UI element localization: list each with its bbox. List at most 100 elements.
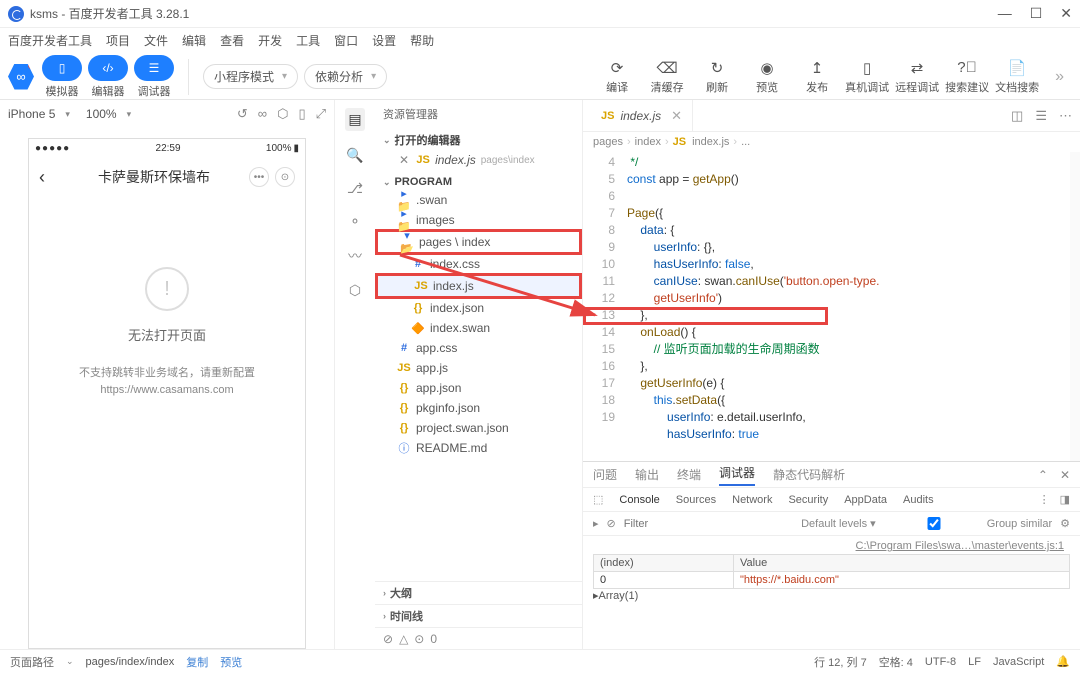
sim-tool-icon[interactable]: ⬡ <box>277 106 288 122</box>
breadcrumb[interactable]: pages › index › JSindex.js › ... <box>583 132 1080 152</box>
debug-close-icon[interactable]: ✕ <box>1060 468 1070 482</box>
menu-item[interactable]: 编辑 <box>182 32 206 49</box>
pill-button[interactable]: ‹/› <box>88 55 128 81</box>
devtools-tab[interactable]: Sources <box>676 494 716 506</box>
console-source-link[interactable]: C:\Program Files\swa…\master\events.js:1 <box>593 540 1070 552</box>
app-icon[interactable]: ∞1 <box>8 64 34 90</box>
activity-icon[interactable]: ⬡ <box>349 282 361 299</box>
encoding-info[interactable]: UTF-8 <box>925 656 956 668</box>
tree-item[interactable]: JSapp.js <box>375 358 582 378</box>
minimap[interactable] <box>1070 152 1080 461</box>
devtools-dock-icon[interactable]: ◨ <box>1060 493 1070 506</box>
tree-item[interactable]: ▸ 📁images <box>375 210 582 230</box>
tree-item[interactable]: #index.css <box>375 254 582 274</box>
tree-item[interactable]: ⓘREADME.md <box>375 438 582 458</box>
mode-dropdown[interactable]: 小程序模式▾ <box>203 64 298 89</box>
console-toggle-icon[interactable]: ▸ <box>593 517 599 530</box>
dependency-dropdown[interactable]: 依赖分析▾ <box>304 64 387 89</box>
console-level-select[interactable]: Default levels ▾ <box>801 517 876 530</box>
copy-link[interactable]: 复制 <box>186 654 208 670</box>
console-settings-icon[interactable]: ⚙ <box>1060 517 1070 530</box>
tree-item[interactable]: {}app.json <box>375 378 582 398</box>
tree-item[interactable]: 🔶index.swan <box>375 318 582 338</box>
tree-item[interactable]: {}index.json <box>375 298 582 318</box>
console-clear-icon[interactable]: ⊘ <box>607 517 616 530</box>
indent-info[interactable]: 空格: 4 <box>879 654 913 670</box>
open-editor-item[interactable]: ✕ JS index.js pages\index <box>375 150 582 170</box>
console-array-toggle[interactable]: ▸Array(1) <box>593 589 1070 602</box>
pill-button[interactable]: ☰ <box>134 55 174 81</box>
notifications-icon[interactable]: 🔔 <box>1056 655 1070 668</box>
activity-icon[interactable]: ▤ <box>345 108 364 131</box>
maximize-button[interactable]: ☐ <box>1030 5 1043 22</box>
activity-icon[interactable]: ⚬ <box>349 213 361 230</box>
devtools-tab[interactable]: Security <box>788 494 828 506</box>
explorer-footer-icon[interactable]: △ <box>399 632 408 646</box>
menu-item[interactable]: 帮助 <box>410 32 434 49</box>
open-editors-header[interactable]: ⌄打开的编辑器 <box>375 130 582 150</box>
toolbar-button[interactable]: ↥发布 <box>793 59 841 95</box>
menu-item[interactable]: 查看 <box>220 32 244 49</box>
menu-item[interactable]: 开发 <box>258 32 282 49</box>
devtools-tab[interactable]: Network <box>732 494 772 506</box>
activity-icon[interactable]: 〰 <box>348 246 362 266</box>
tree-item[interactable]: {}project.swan.json <box>375 418 582 438</box>
preview-link[interactable]: 预览 <box>220 654 242 670</box>
sim-tool-icon[interactable]: ↺ <box>237 106 248 122</box>
code-editor[interactable]: 45678910111213141516171819 */const app =… <box>583 152 1080 461</box>
explorer-footer-icon[interactable]: ⊘ <box>383 632 393 646</box>
device-select[interactable]: iPhone 5 <box>8 107 55 121</box>
activity-icon[interactable]: 🔍 <box>346 147 363 164</box>
devtools-tab[interactable]: Console <box>619 494 659 506</box>
debug-tab[interactable]: 终端 <box>677 466 701 483</box>
outline-header[interactable]: ›大纲 <box>375 581 582 604</box>
toolbar-button[interactable]: ⌫清缓存 <box>643 59 691 95</box>
split-editor-icon[interactable]: ◫ <box>1011 108 1023 124</box>
menu-item[interactable]: 设置 <box>372 32 396 49</box>
close-page-icon[interactable]: ⊙ <box>275 167 295 187</box>
back-icon[interactable]: ‹ <box>39 167 59 188</box>
toolbar-button[interactable]: ▯真机调试 <box>843 59 891 95</box>
debug-tab[interactable]: 问题 <box>593 466 617 483</box>
zoom-select[interactable]: 100% <box>86 107 117 121</box>
language-mode[interactable]: JavaScript <box>993 656 1044 668</box>
debug-tab[interactable]: 输出 <box>635 466 659 483</box>
group-similar-checkbox[interactable]: Group similar <box>884 517 1052 530</box>
devtools-more-icon[interactable]: ⋮ <box>1039 493 1050 506</box>
devtools-inspect-icon[interactable]: ⬚ <box>593 493 603 506</box>
tree-item[interactable]: {}pkginfo.json <box>375 398 582 418</box>
tree-item[interactable]: #app.css <box>375 338 582 358</box>
editor-settings-icon[interactable]: ☰ <box>1035 108 1047 124</box>
close-button[interactable]: ✕ <box>1060 5 1072 22</box>
menu-item[interactable]: 窗口 <box>334 32 358 49</box>
tab-close-icon[interactable]: ✕ <box>671 108 682 124</box>
activity-icon[interactable]: ⎇ <box>347 180 363 197</box>
pill-button[interactable]: ▯ <box>42 55 82 81</box>
minimize-button[interactable]: — <box>998 5 1012 22</box>
toolbar-more-icon[interactable]: » <box>1047 68 1072 86</box>
devtools-tab[interactable]: AppData <box>844 494 887 506</box>
toolbar-button[interactable]: ?⃝搜索建议 <box>943 59 991 95</box>
cursor-position[interactable]: 行 12, 列 7 <box>814 654 867 670</box>
toolbar-button[interactable]: ⟳编译 <box>593 59 641 95</box>
editor-tab[interactable]: JS index.js ✕ <box>591 100 693 131</box>
menu-item[interactable]: 文件 <box>144 32 168 49</box>
toolbar-button[interactable]: 📄文档搜索 <box>993 59 1041 95</box>
timeline-header[interactable]: ›时间线 <box>375 604 582 627</box>
menu-item[interactable]: 工具 <box>296 32 320 49</box>
devtools-tab[interactable]: Audits <box>903 494 934 506</box>
menu-item[interactable]: 百度开发者工具 <box>8 32 92 49</box>
debug-collapse-icon[interactable]: ⌃ <box>1038 468 1048 482</box>
menu-icon[interactable]: ••• <box>249 167 269 187</box>
sim-tool-icon[interactable]: ⤢ <box>316 106 326 122</box>
debug-tab[interactable]: 调试器 <box>719 464 755 486</box>
tree-item[interactable]: JSindex.js <box>378 276 579 296</box>
eol-info[interactable]: LF <box>968 656 981 668</box>
menu-item[interactable]: 项目 <box>106 32 130 49</box>
toolbar-button[interactable]: ↻刷新 <box>693 59 741 95</box>
toolbar-button[interactable]: ◉预览 <box>743 59 791 95</box>
sim-tool-icon[interactable]: ∞ <box>258 106 267 122</box>
console-filter-input[interactable] <box>624 518 766 530</box>
debug-tab[interactable]: 静态代码解析 <box>773 466 845 483</box>
explorer-footer-icon[interactable]: ⊙ <box>414 632 424 646</box>
